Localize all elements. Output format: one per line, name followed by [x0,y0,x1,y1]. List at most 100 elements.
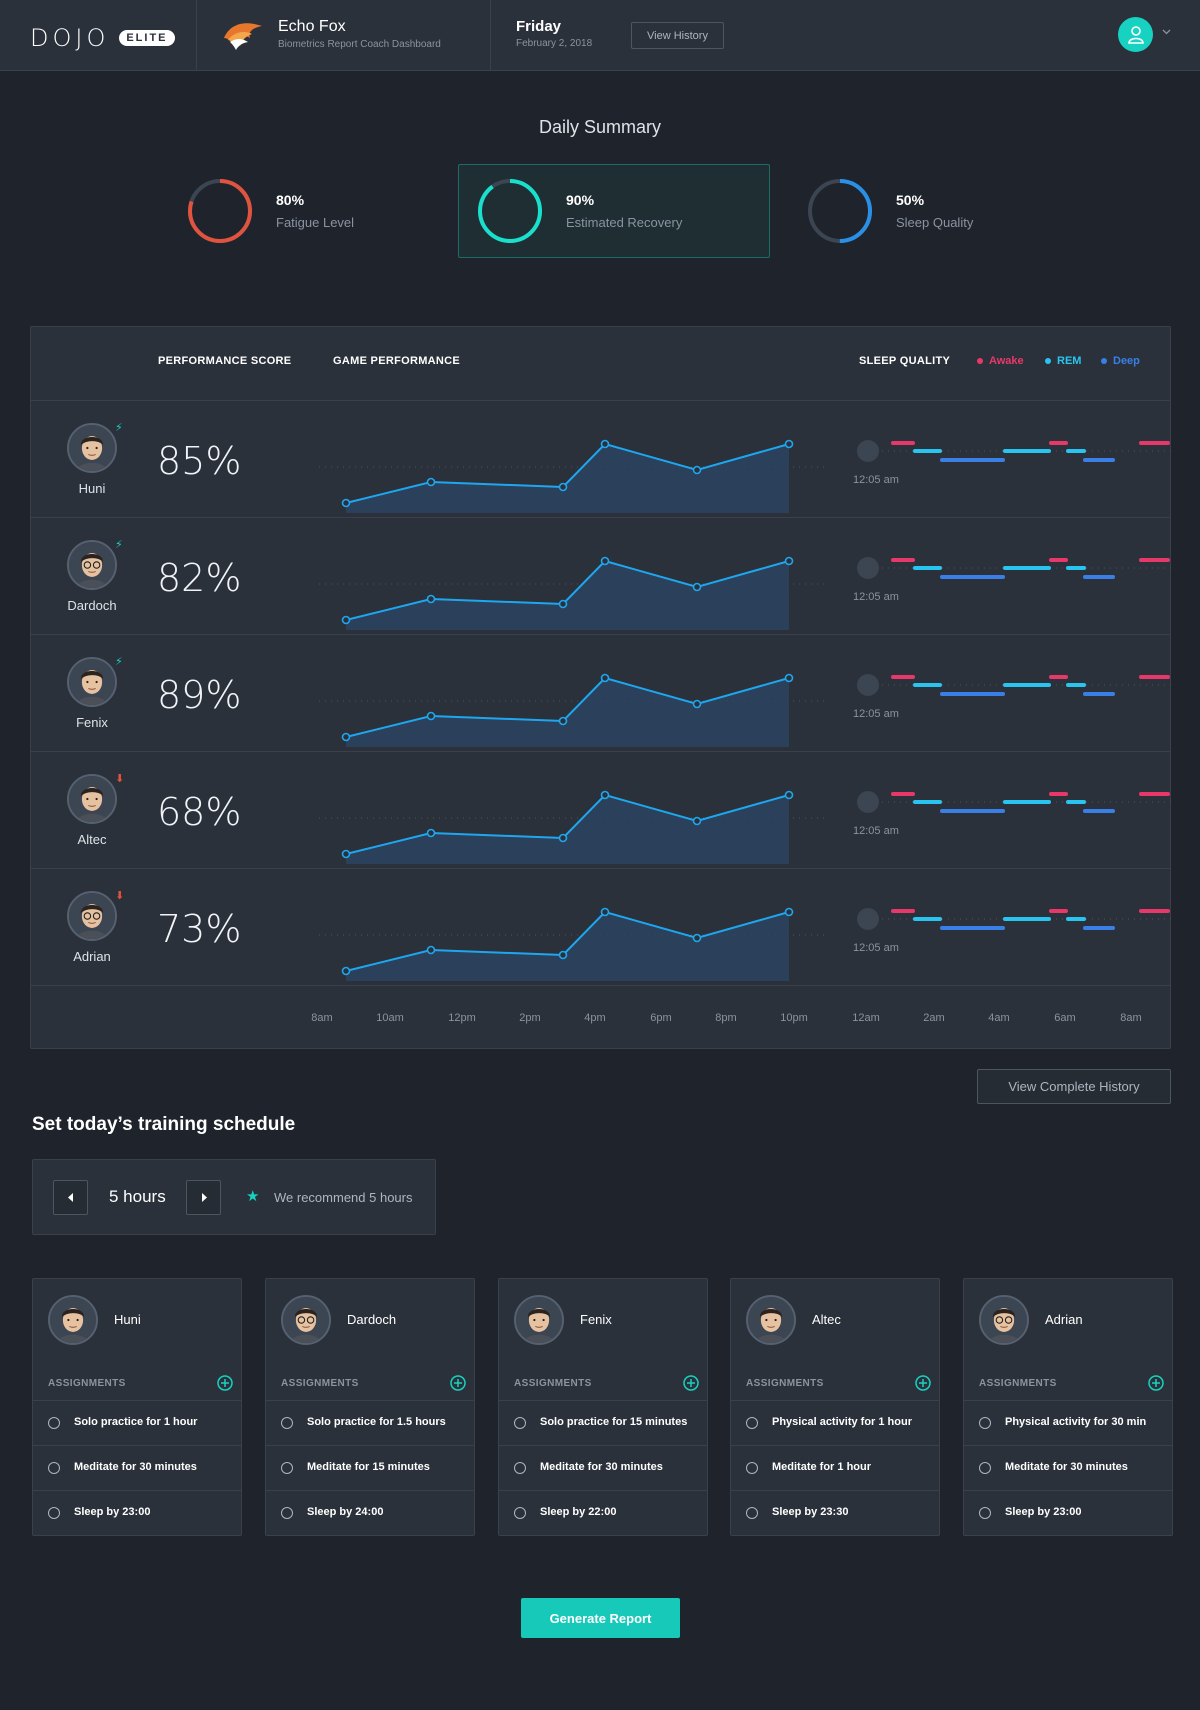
player-portrait-icon [69,542,115,588]
chart-point[interactable] [558,833,568,843]
player-row[interactable]: ⚡ Fenix 89% 12:05 am [31,635,1174,752]
time-tick-label: 8am [311,1012,333,1024]
header-game-performance: GAME PERFORMANCE [333,355,461,367]
player-row[interactable]: ⚡ Huni 85% 12:05 am [31,401,1174,518]
assignment-checkbox[interactable] [979,1507,991,1519]
chart-point[interactable] [341,615,351,625]
avatar [48,1295,98,1345]
chart-point[interactable] [692,933,702,943]
chart-point[interactable] [692,699,702,709]
chart-point[interactable] [426,594,436,604]
assignment-checkbox[interactable] [746,1462,758,1474]
assignment-item[interactable]: Sleep by 23:30 [731,1490,939,1535]
assignment-item[interactable]: Physical activity for 1 hour [731,1400,939,1445]
chart-point[interactable] [341,966,351,976]
divider [490,0,491,70]
metric-label: Estimated Recovery [566,215,683,230]
player-row[interactable]: ⚡ Dardoch 82% 12:05 am [31,518,1174,635]
assignment-item[interactable]: Meditate for 15 minutes [266,1445,474,1490]
generate-report-button[interactable]: Generate Report [521,1598,680,1638]
add-assignment-icon[interactable] [217,1375,233,1391]
player-row[interactable]: ⬇ Adrian 73% 12:05 am [31,869,1174,986]
assignment-checkbox[interactable] [514,1417,526,1429]
add-assignment-icon[interactable] [1148,1375,1164,1391]
assignment-item[interactable]: Solo practice for 15 minutes [499,1400,707,1445]
add-assignment-icon[interactable] [683,1375,699,1391]
add-assignment-icon[interactable] [450,1375,466,1391]
chart-area [346,678,789,747]
add-assignment-icon[interactable] [915,1375,931,1391]
player-name: Adrian [1045,1312,1083,1327]
assignment-item[interactable]: Physical activity for 30 min [964,1400,1172,1445]
chart-point[interactable] [600,673,610,683]
assignment-item[interactable]: Sleep by 23:00 [964,1490,1172,1535]
assignment-item[interactable]: Sleep by 23:00 [33,1490,241,1535]
avatar [514,1295,564,1345]
chart-point[interactable] [341,732,351,742]
legend-dot [1101,358,1107,364]
chart-point[interactable] [692,582,702,592]
chart-point[interactable] [558,950,568,960]
chart-point[interactable] [558,599,568,609]
assignment-checkbox[interactable] [746,1417,758,1429]
chart-point[interactable] [558,716,568,726]
metric-fatigue: 80% Fatigue Level [186,177,354,245]
view-complete-history-button[interactable]: View Complete History [977,1069,1171,1104]
assignment-item[interactable]: Solo practice for 1 hour [33,1400,241,1445]
chart-point[interactable] [692,465,702,475]
header-performance-score: PERFORMANCE SCORE [158,355,292,367]
assignment-checkbox[interactable] [979,1462,991,1474]
chart-point[interactable] [784,556,794,566]
assignment-item[interactable]: Solo practice for 1.5 hours [266,1400,474,1445]
assignment-checkbox[interactable] [281,1507,293,1519]
chart-point[interactable] [426,945,436,955]
assignment-item[interactable]: Sleep by 24:00 [266,1490,474,1535]
increase-hours-button[interactable] [186,1180,221,1215]
chart-point[interactable] [426,828,436,838]
assignment-checkbox[interactable] [281,1462,293,1474]
user-avatar-button[interactable] [1118,17,1153,52]
team-subtitle: Biometrics Report Coach Dashboard [278,39,441,50]
legend-rem: REM [1045,355,1081,367]
chart-point[interactable] [426,711,436,721]
assignment-checkbox[interactable] [48,1417,60,1429]
assignment-text: Sleep by 23:00 [74,1506,151,1518]
assignment-item[interactable]: Sleep by 22:00 [499,1490,707,1535]
chart-point[interactable] [600,790,610,800]
decrease-hours-button[interactable] [53,1180,88,1215]
assignment-checkbox[interactable] [281,1417,293,1429]
assignment-item[interactable]: Meditate for 30 minutes [499,1445,707,1490]
assignment-checkbox[interactable] [979,1417,991,1429]
chart-point[interactable] [600,556,610,566]
chart-point[interactable] [784,907,794,917]
performance-score: 85% [157,439,242,483]
moon-icon [857,908,879,930]
chart-point[interactable] [692,816,702,826]
chart-point[interactable] [341,498,351,508]
player-row[interactable]: ⬇ Altec 68% 12:05 am [31,752,1174,869]
assignment-item[interactable]: Meditate for 30 minutes [964,1445,1172,1490]
chart-point[interactable] [600,907,610,917]
game-performance-chart [319,790,824,864]
brand[interactable]: DOJO ELITE [30,24,175,52]
chart-point[interactable] [426,477,436,487]
chevron-down-icon[interactable] [1162,29,1171,35]
assignment-checkbox[interactable] [514,1462,526,1474]
chart-point[interactable] [784,790,794,800]
chart-point[interactable] [558,482,568,492]
assignment-checkbox[interactable] [746,1507,758,1519]
assignment-item[interactable]: Meditate for 1 hour [731,1445,939,1490]
summary-title: Daily Summary [538,117,662,137]
assignment-checkbox[interactable] [48,1462,60,1474]
day-date: February 2, 2018 [516,38,593,49]
assignment-checkbox[interactable] [48,1507,60,1519]
chart-point[interactable] [784,439,794,449]
chart-point[interactable] [341,849,351,859]
sleep-time: 12:05 am [853,942,899,954]
hours-selector: 5 hours ★ We recommend 5 hours [32,1159,436,1235]
view-history-button[interactable]: View History [631,22,724,49]
assignment-item[interactable]: Meditate for 30 minutes [33,1445,241,1490]
chart-point[interactable] [600,439,610,449]
chart-point[interactable] [784,673,794,683]
assignment-checkbox[interactable] [514,1507,526,1519]
